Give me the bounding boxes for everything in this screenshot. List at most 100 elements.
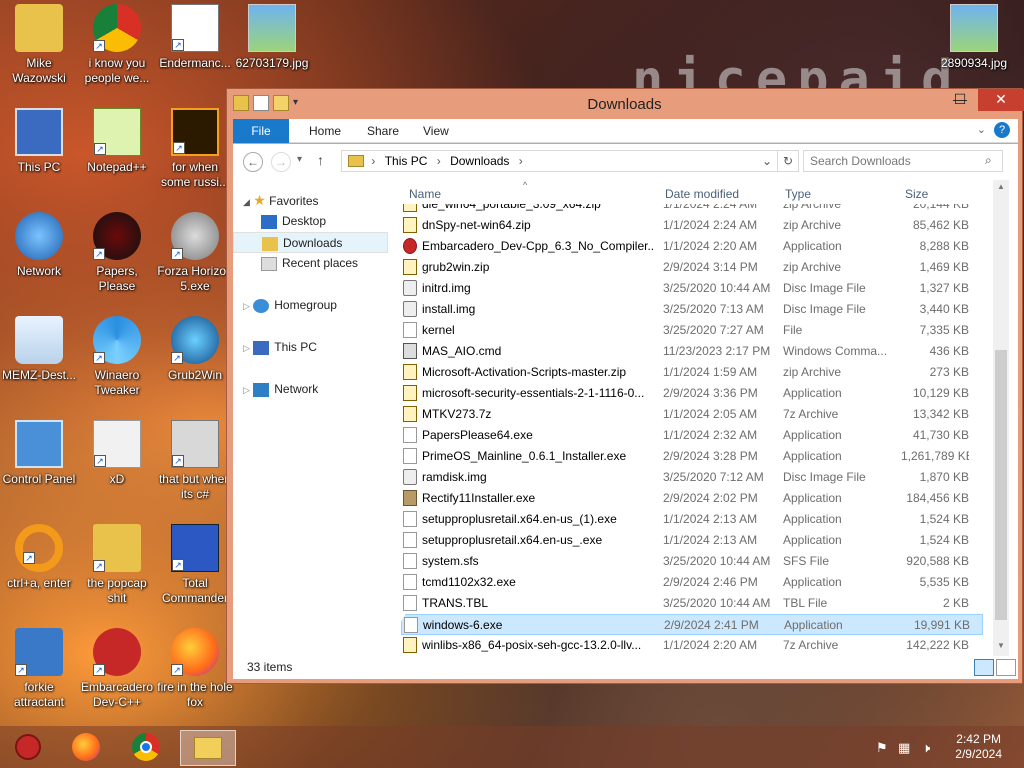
file-row[interactable]: setupproplusretail.x64.en-us_.exe 1/1/202… [401,530,983,551]
file-row[interactable]: windows-6.exe 2/9/2024 2:41 PM Application… [401,614,983,635]
column-size[interactable]: Size [905,187,928,203]
tab-share[interactable]: Share [353,119,413,143]
taskbar-firefox[interactable] [58,730,114,766]
restore-button[interactable]: ☐ [945,89,975,111]
close-button[interactable]: ✕ [978,89,1024,111]
nav-network[interactable]: ▷ Network [243,379,318,400]
nav-recent-places[interactable]: Recent places [261,253,358,274]
scrollbar-thumb[interactable] [995,350,1007,620]
desktop-icon-item[interactable]: ↗ xD [78,420,156,487]
file-type: Application [783,449,842,463]
help-icon[interactable]: ? [994,122,1010,138]
expand-icon[interactable]: ▷ [243,385,250,395]
address-bar[interactable]: › This PC › Downloads › ⌄ ↻ [341,150,799,172]
desktop-icon-item[interactable]: ↗ i know you people we... [78,4,156,86]
desktop-icon-item[interactable]: ↗ fire in the hole fox [156,628,234,710]
nav-homegroup[interactable]: ▷ Homegroup [243,295,337,316]
title-bar[interactable]: ▾ Downloads — [227,89,1022,119]
search-input[interactable]: Search Downloads [803,150,1003,172]
recent-locations-icon[interactable]: ▾ [297,154,302,165]
desktop-icon-item[interactable]: ↗ for when some russi... [156,108,234,190]
file-row[interactable]: microsoft-security-essentials-2-1-1116-0… [401,383,983,404]
nav-downloads[interactable]: Downloads [233,232,388,253]
desktop-icon-label: i know you people we... [84,56,150,85]
column-date[interactable]: Date modified [665,187,739,203]
tab-home[interactable]: Home [295,119,355,143]
breadcrumb-this-pc[interactable]: This PC [385,154,428,168]
desktop-icon-item[interactable]: This PC [0,108,78,175]
forward-button[interactable]: → [271,152,291,172]
desktop-icon-item[interactable]: ↗ that but when its c# [156,420,234,502]
expand-icon[interactable]: ◢ [243,197,250,207]
desktop-icon-label: Mike Wazowski [12,56,66,85]
desktop-icon-item[interactable]: ↗ Grub2Win [156,316,234,383]
file-row[interactable]: grub2win.zip 2/9/2024 3:14 PM zip Archive 1… [401,257,983,278]
desktop-icon-item[interactable]: ↗ Notepad++ [78,108,156,175]
tab-view[interactable]: View [409,119,463,143]
nav-this-pc[interactable]: ▷ This PC [243,337,317,358]
desktop-icon-item[interactable]: ↗ Winaero Tweaker [78,316,156,398]
tab-file[interactable]: File [233,119,289,143]
details-view-button[interactable] [974,659,994,676]
desktop-icon-item[interactable]: 62703179.jpg [233,4,311,71]
flag-icon[interactable]: ⚑ [876,740,888,756]
desktop-icon-item[interactable]: MEMZ-Dest... [0,316,78,383]
column-name[interactable]: Name [409,187,441,203]
file-row[interactable]: PrimeOS_Mainline_0.6.1_Installer.exe 2/9/… [401,446,983,467]
scroll-up-icon[interactable]: ▲ [997,182,1005,191]
file-row[interactable]: Microsoft-Activation-Scripts-master.zip 1… [401,362,983,383]
desktop-icon-label: Winaero Tweaker [94,368,140,397]
nav-favorites[interactable]: ◢ ★ Favorites [243,190,319,211]
desktop-icon-item[interactable]: Control Panel [0,420,78,487]
expand-ribbon-icon[interactable]: ⌄ [977,123,986,136]
file-row[interactable]: dnSpy-net-win64.zip 1/1/2024 2:24 AM zip A… [401,215,983,236]
back-button[interactable]: ← [243,152,263,172]
refresh-icon[interactable]: ↻ [777,150,799,172]
desktop-icon-item[interactable]: 2890934.jpg [935,4,1013,71]
column-type[interactable]: Type [785,187,811,203]
file-row[interactable]: Embarcadero_Dev-Cpp_6.3_No_Compiler... 1/… [401,236,983,257]
expand-icon[interactable]: ▷ [243,301,250,311]
file-row[interactable]: die_win64_portable_3.09_x64.zip 1/1/2024 … [401,204,983,215]
file-row[interactable]: install.img 3/25/2020 7:13 AM Disc Image F… [401,299,983,320]
file-row[interactable]: initrd.img 3/25/2020 10:44 AM Disc Image F… [401,278,983,299]
desktop-icon-item[interactable]: Mike Wazowski [0,4,78,86]
desktop-icon-item[interactable]: ↗ Endermanc... [156,4,234,71]
file-row[interactable]: ramdisk.img 3/25/2020 7:12 AM Disc Image F… [401,467,983,488]
taskbar-chrome[interactable] [118,730,174,766]
desktop-icon-item[interactable]: ↗ Total Commander [156,524,234,606]
scroll-down-icon[interactable]: ▼ [997,641,1005,650]
nav-desktop[interactable]: Desktop [261,211,326,232]
breadcrumb-downloads[interactable]: Downloads [450,154,509,168]
file-row[interactable]: kernel 3/25/2020 7:27 AM File 7,335 KB [401,320,983,341]
explorer-window[interactable]: ▾ Downloads — ☐ ✕ File Home Share View ⌄… [226,88,1024,684]
desktop-icon-item[interactable]: ↗ the popcap shit [78,524,156,606]
file-row[interactable]: tcmd1102x32.exe 2/9/2024 2:46 PM Applicati… [401,572,983,593]
file-row[interactable]: winlibs-x86_64-posix-seh-gcc-13.2.0-llv.… [401,635,983,656]
desktop-icon-item[interactable]: ↗ forkie attractant [0,628,78,710]
chevron-down-icon[interactable]: ⌄ [762,151,772,171]
file-row[interactable]: TRANS.TBL 3/25/2020 10:44 AM TBL File 2 KB [401,593,983,614]
volume-muted-icon[interactable]: 🕨 [922,740,930,756]
expand-icon[interactable]: ▷ [243,343,250,353]
desktop-icon-item[interactable]: ↗ Embarcadero Dev-C++ [78,628,156,710]
up-button[interactable]: ↑ [317,152,324,168]
file-row[interactable]: Rectify11Installer.exe 2/9/2024 2:02 PM Ap… [401,488,983,509]
file-row[interactable]: setupproplusretail.x64.en-us_(1).exe 1/1/… [401,509,983,530]
large-icons-view-button[interactable] [996,659,1016,676]
desktop-icon-item[interactable]: ↗ Forza Horizon 5.exe [156,212,234,294]
sort-ascending-icon: ^ [523,180,528,190]
desktop-icon-item[interactable]: Network [0,212,78,279]
file-row[interactable]: MAS_AIO.cmd 11/23/2023 2:17 PM Windows Com… [401,341,983,362]
desktop-icon-item[interactable]: ↗ ctrl+a, enter [0,524,78,591]
vertical-scrollbar[interactable]: ▲ ▼ [993,180,1009,656]
file-row[interactable]: system.sfs 3/25/2020 10:44 AM SFS File 920,… [401,551,983,572]
file-row[interactable]: PapersPlease64.exe 1/1/2024 2:32 AM Applic… [401,425,983,446]
file-row[interactable]: MTKV273.7z 1/1/2024 2:05 AM 7z Archive 13,3… [401,404,983,425]
clock[interactable]: 2:42 PM 2/9/2024 [955,732,1002,762]
taskbar-file-explorer[interactable] [180,730,236,766]
taskbar-malware[interactable] [0,730,56,766]
network-tray-icon[interactable]: ▦ [898,740,910,756]
desktop-icon-item[interactable]: ↗ Papers, Please [78,212,156,294]
file-name-text: PapersPlease64.exe [422,428,533,442]
